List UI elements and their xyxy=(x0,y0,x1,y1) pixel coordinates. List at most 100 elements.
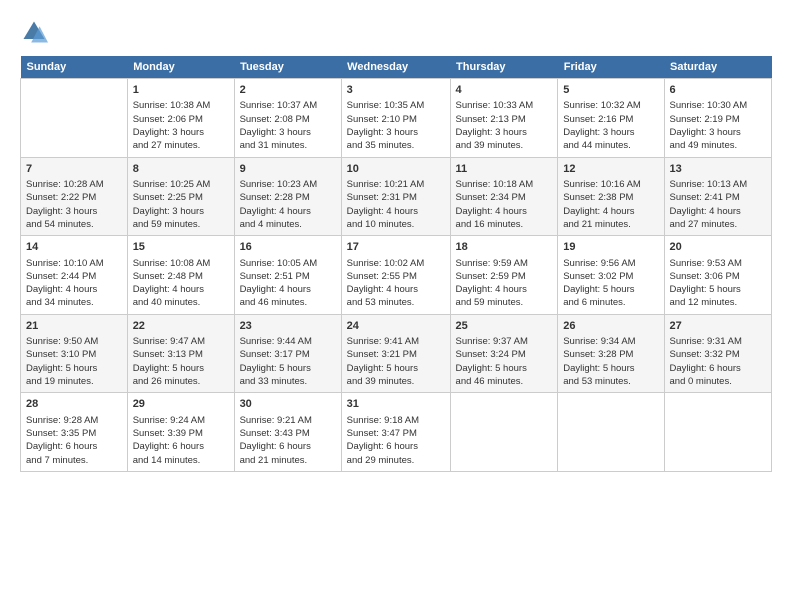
cell-content-line: and 53 minutes. xyxy=(563,375,658,388)
cell-content-line: Sunset: 2:48 PM xyxy=(133,270,229,283)
cell-content-line: and 7 minutes. xyxy=(26,454,122,467)
calendar-cell xyxy=(664,393,771,472)
calendar-cell: 3Sunrise: 10:35 AMSunset: 2:10 PMDayligh… xyxy=(341,79,450,158)
cell-content-line: and 12 minutes. xyxy=(670,296,766,309)
cell-content-line: and 21 minutes. xyxy=(563,218,658,231)
cell-content-line: Sunset: 3:06 PM xyxy=(670,270,766,283)
cell-content-line: Sunrise: 9:34 AM xyxy=(563,335,658,348)
calendar-cell: 9Sunrise: 10:23 AMSunset: 2:28 PMDayligh… xyxy=(234,157,341,236)
calendar-cell: 8Sunrise: 10:25 AMSunset: 2:25 PMDayligh… xyxy=(127,157,234,236)
calendar-cell: 22Sunrise: 9:47 AMSunset: 3:13 PMDayligh… xyxy=(127,314,234,393)
calendar-cell: 4Sunrise: 10:33 AMSunset: 2:13 PMDayligh… xyxy=(450,79,558,158)
cell-content-line: Sunset: 2:13 PM xyxy=(456,113,553,126)
header xyxy=(20,18,772,46)
cell-content-line: Sunrise: 10:30 AM xyxy=(670,99,766,112)
day-number: 7 xyxy=(26,162,122,177)
day-number: 5 xyxy=(563,83,658,98)
cell-content-line: Sunrise: 10:13 AM xyxy=(670,178,766,191)
cell-content-line: Sunset: 2:38 PM xyxy=(563,191,658,204)
cell-content-line: Sunset: 2:34 PM xyxy=(456,191,553,204)
cell-content-line: Daylight: 5 hours xyxy=(133,362,229,375)
week-row-5: 28Sunrise: 9:28 AMSunset: 3:35 PMDayligh… xyxy=(21,393,772,472)
cell-content-line: and 14 minutes. xyxy=(133,454,229,467)
day-number: 26 xyxy=(563,319,658,334)
calendar-cell: 26Sunrise: 9:34 AMSunset: 3:28 PMDayligh… xyxy=(558,314,664,393)
calendar-cell: 18Sunrise: 9:59 AMSunset: 2:59 PMDayligh… xyxy=(450,236,558,315)
cell-content-line: and 46 minutes. xyxy=(240,296,336,309)
calendar-cell: 28Sunrise: 9:28 AMSunset: 3:35 PMDayligh… xyxy=(21,393,128,472)
cell-content-line: Daylight: 4 hours xyxy=(456,205,553,218)
calendar-cell: 29Sunrise: 9:24 AMSunset: 3:39 PMDayligh… xyxy=(127,393,234,472)
calendar-cell: 15Sunrise: 10:08 AMSunset: 2:48 PMDaylig… xyxy=(127,236,234,315)
cell-content-line: Sunset: 3:17 PM xyxy=(240,348,336,361)
cell-content-line: and 44 minutes. xyxy=(563,139,658,152)
cell-content-line: Daylight: 3 hours xyxy=(670,126,766,139)
calendar-cell: 20Sunrise: 9:53 AMSunset: 3:06 PMDayligh… xyxy=(664,236,771,315)
day-number: 25 xyxy=(456,319,553,334)
cell-content-line: Sunrise: 10:37 AM xyxy=(240,99,336,112)
cell-content-line: and 40 minutes. xyxy=(133,296,229,309)
calendar-cell: 31Sunrise: 9:18 AMSunset: 3:47 PMDayligh… xyxy=(341,393,450,472)
cell-content-line: and 0 minutes. xyxy=(670,375,766,388)
cell-content-line: and 59 minutes. xyxy=(133,218,229,231)
cell-content-line: Sunrise: 10:08 AM xyxy=(133,257,229,270)
cell-content-line: Daylight: 6 hours xyxy=(347,440,445,453)
cell-content-line: Daylight: 3 hours xyxy=(240,126,336,139)
cell-content-line: Sunrise: 10:21 AM xyxy=(347,178,445,191)
cell-content-line: Daylight: 6 hours xyxy=(670,362,766,375)
cell-content-line: Sunrise: 9:44 AM xyxy=(240,335,336,348)
calendar-cell: 12Sunrise: 10:16 AMSunset: 2:38 PMDaylig… xyxy=(558,157,664,236)
week-row-3: 14Sunrise: 10:10 AMSunset: 2:44 PMDaylig… xyxy=(21,236,772,315)
day-number: 2 xyxy=(240,83,336,98)
weekday-header-row: SundayMondayTuesdayWednesdayThursdayFrid… xyxy=(21,56,772,79)
cell-content-line: Sunrise: 10:38 AM xyxy=(133,99,229,112)
cell-content-line: Sunrise: 10:16 AM xyxy=(563,178,658,191)
cell-content-line: Daylight: 3 hours xyxy=(563,126,658,139)
day-number: 28 xyxy=(26,397,122,412)
weekday-header-tuesday: Tuesday xyxy=(234,56,341,79)
calendar-cell: 24Sunrise: 9:41 AMSunset: 3:21 PMDayligh… xyxy=(341,314,450,393)
calendar-cell: 2Sunrise: 10:37 AMSunset: 2:08 PMDayligh… xyxy=(234,79,341,158)
cell-content-line: and 53 minutes. xyxy=(347,296,445,309)
cell-content-line: Daylight: 5 hours xyxy=(26,362,122,375)
day-number: 12 xyxy=(563,162,658,177)
day-number: 4 xyxy=(456,83,553,98)
cell-content-line: Daylight: 6 hours xyxy=(240,440,336,453)
day-number: 10 xyxy=(347,162,445,177)
logo-icon xyxy=(20,18,48,46)
calendar-cell: 14Sunrise: 10:10 AMSunset: 2:44 PMDaylig… xyxy=(21,236,128,315)
cell-content-line: Sunset: 3:21 PM xyxy=(347,348,445,361)
cell-content-line: Sunrise: 10:23 AM xyxy=(240,178,336,191)
day-number: 24 xyxy=(347,319,445,334)
cell-content-line: Daylight: 5 hours xyxy=(347,362,445,375)
cell-content-line: Sunrise: 10:02 AM xyxy=(347,257,445,270)
calendar-cell: 17Sunrise: 10:02 AMSunset: 2:55 PMDaylig… xyxy=(341,236,450,315)
cell-content-line: Sunrise: 10:05 AM xyxy=(240,257,336,270)
calendar-cell: 7Sunrise: 10:28 AMSunset: 2:22 PMDayligh… xyxy=(21,157,128,236)
calendar-cell: 19Sunrise: 9:56 AMSunset: 3:02 PMDayligh… xyxy=(558,236,664,315)
cell-content-line: and 10 minutes. xyxy=(347,218,445,231)
calendar-cell: 1Sunrise: 10:38 AMSunset: 2:06 PMDayligh… xyxy=(127,79,234,158)
cell-content-line: and 39 minutes. xyxy=(347,375,445,388)
calendar-cell: 10Sunrise: 10:21 AMSunset: 2:31 PMDaylig… xyxy=(341,157,450,236)
cell-content-line: Sunrise: 10:35 AM xyxy=(347,99,445,112)
calendar-cell: 5Sunrise: 10:32 AMSunset: 2:16 PMDayligh… xyxy=(558,79,664,158)
day-number: 29 xyxy=(133,397,229,412)
cell-content-line: Sunset: 2:22 PM xyxy=(26,191,122,204)
cell-content-line: Daylight: 5 hours xyxy=(456,362,553,375)
cell-content-line: and 27 minutes. xyxy=(670,218,766,231)
cell-content-line: Sunset: 2:10 PM xyxy=(347,113,445,126)
cell-content-line: Sunset: 3:43 PM xyxy=(240,427,336,440)
cell-content-line: and 27 minutes. xyxy=(133,139,229,152)
day-number: 13 xyxy=(670,162,766,177)
cell-content-line: Daylight: 6 hours xyxy=(133,440,229,453)
cell-content-line: Sunset: 3:10 PM xyxy=(26,348,122,361)
cell-content-line: and 21 minutes. xyxy=(240,454,336,467)
calendar-page: SundayMondayTuesdayWednesdayThursdayFrid… xyxy=(0,0,792,612)
day-number: 14 xyxy=(26,240,122,255)
cell-content-line: Daylight: 4 hours xyxy=(133,283,229,296)
cell-content-line: Sunrise: 10:33 AM xyxy=(456,99,553,112)
cell-content-line: Sunrise: 9:37 AM xyxy=(456,335,553,348)
cell-content-line: Daylight: 3 hours xyxy=(26,205,122,218)
cell-content-line: Sunrise: 10:18 AM xyxy=(456,178,553,191)
